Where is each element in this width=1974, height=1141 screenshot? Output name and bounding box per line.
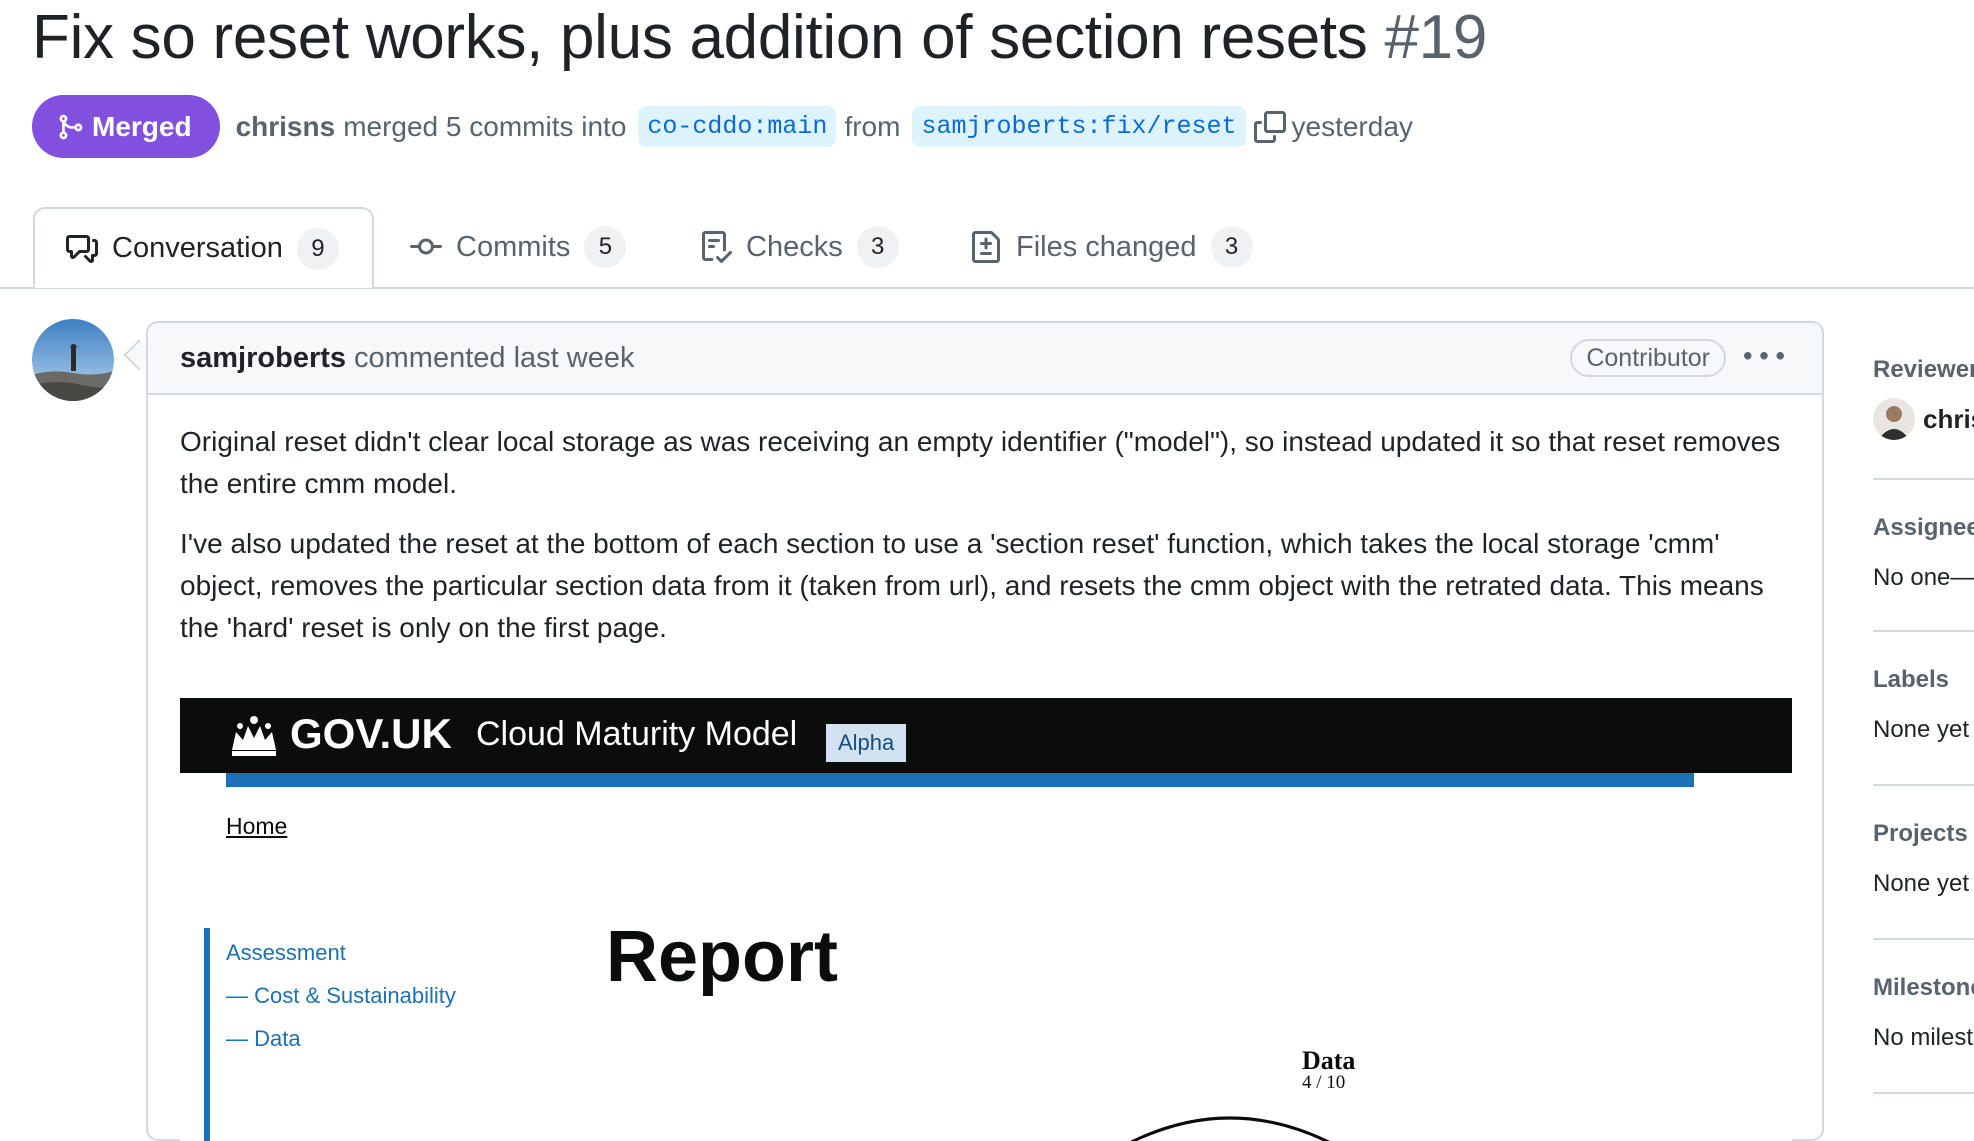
sidebar-assignees-value: No one— — [1873, 564, 1974, 591]
merger-link[interactable]: chrisns — [236, 111, 336, 143]
tab-commits[interactable]: Commits 5 — [410, 207, 627, 287]
pr-number: #19 — [1384, 3, 1487, 72]
sidebar-projects-value: None yet — [1873, 870, 1970, 897]
tab-checks-count: 3 — [856, 226, 899, 268]
tab-checks-label: Checks — [746, 230, 843, 263]
file-diff-icon — [972, 231, 1000, 263]
sidebar-labels: Labels None yet — [1873, 666, 1974, 744]
sidebar-divider — [1873, 1092, 1974, 1094]
merged-state-badge: Merged — [32, 95, 220, 158]
from-label: from — [844, 110, 901, 142]
sidebar-projects: Projects None yet — [1873, 820, 1974, 898]
sidebar-divider — [1873, 630, 1974, 632]
sidebar-divider — [1873, 938, 1974, 940]
sidebar-labels-value: None yet — [1873, 716, 1970, 743]
chart-axis-score: 4 / 10 — [1302, 1072, 1346, 1093]
tab-commits-count: 5 — [584, 226, 627, 268]
reviewer-name: chrisns — [1923, 403, 1974, 434]
comment-paragraph: I've also updated the reset at the botto… — [180, 528, 1764, 643]
pr-title: Fix so reset works, plus addition of sec… — [32, 2, 1487, 73]
govuk-logo-text: GOV.UK — [290, 710, 452, 757]
tab-commits-label: Commits — [456, 230, 571, 263]
avatar-photo — [32, 319, 114, 401]
sidebar-projects-title[interactable]: Projects — [1873, 820, 1974, 848]
sidebar-milestone-title[interactable]: Milestone — [1873, 974, 1974, 1002]
reviewer-entry[interactable]: chrisns — [1873, 398, 1974, 440]
comment-author[interactable]: samjroberts — [180, 342, 346, 375]
crown-icon — [232, 716, 276, 756]
state-label: Merged — [92, 110, 192, 142]
copy-icon — [1253, 110, 1286, 143]
sidebar-milestone-value: No milestone — [1873, 1024, 1974, 1051]
checklist-icon — [702, 231, 732, 263]
govuk-service-name: Cloud Maturity Model — [476, 715, 798, 753]
tab-files-changed[interactable]: Files changed 3 — [970, 207, 1253, 287]
sidebar-reviewers: Reviewers chrisns — [1873, 356, 1974, 440]
govuk-logo: GOV.UK — [226, 710, 452, 758]
comment-discussion-icon — [66, 234, 98, 263]
govuk-phase-tag: Alpha — [826, 724, 907, 762]
sidebar-reviewers-title[interactable]: Reviewers — [1873, 356, 1974, 384]
merge-time: yesterday — [1291, 110, 1413, 142]
contributor-badge: Contributor — [1570, 339, 1726, 377]
sidebar-divider — [1873, 784, 1974, 786]
git-merge-icon — [59, 114, 83, 139]
tab-checks[interactable]: Checks 3 — [700, 207, 899, 287]
govuk-header-bar — [226, 773, 1694, 787]
tab-conversation-count: 9 — [296, 227, 339, 270]
radar-chart-arc — [1130, 1116, 1330, 1141]
govuk-side-nav-border — [204, 928, 210, 1141]
pr-title-text: Fix so reset works, plus addition of sec… — [32, 3, 1368, 72]
commenter-avatar[interactable] — [32, 319, 114, 401]
sidebar-divider — [1873, 478, 1974, 480]
govuk-header: GOV.UK Cloud Maturity Model Alpha — [180, 698, 1792, 773]
tab-conversation-label: Conversation — [112, 232, 283, 264]
tab-conversation[interactable]: Conversation 9 — [33, 207, 374, 288]
comment-body: Original reset didn't clear local storag… — [148, 395, 1822, 649]
embedded-screenshot[interactable]: GOV.UK Cloud Maturity Model Alpha Home A… — [180, 698, 1792, 1141]
base-branch[interactable]: co-cddo:main — [638, 106, 837, 147]
merge-description: merged 5 commits into — [343, 110, 627, 142]
comment-paragraph: Original reset didn't clear local storag… — [180, 426, 1781, 499]
comment-timestamp[interactable]: commented last week — [354, 342, 634, 375]
pr-meta: Merged chrisns merged 5 commits into co-… — [32, 95, 1417, 158]
reviewer-avatar — [1873, 398, 1915, 440]
govuk-nav-item: — Data — [226, 1026, 301, 1051]
git-commit-icon — [410, 238, 442, 255]
sidebar-milestone: Milestone No milestone — [1873, 974, 1974, 1052]
pr-tabs: Conversation 9 Commits 5 Checks 3 Files … — [0, 207, 1974, 289]
sidebar-labels-title[interactable]: Labels — [1873, 666, 1974, 694]
copy-branch-button[interactable] — [1253, 110, 1286, 143]
comment-header: samjroberts commented last week Contribu… — [148, 323, 1822, 395]
sidebar-assignees: Assignees No one— — [1873, 514, 1974, 592]
govuk-nav-item: Assessment — [226, 940, 346, 965]
kebab-horizontal-icon[interactable] — [1744, 337, 1784, 377]
head-branch[interactable]: samjroberts:fix/reset — [912, 106, 1246, 147]
govuk-report-heading: Report — [606, 917, 838, 997]
govuk-breadcrumb-home: Home — [226, 813, 288, 839]
govuk-nav-item: — Cost & Sustainability — [226, 983, 456, 1008]
tab-files-changed-label: Files changed — [1016, 230, 1197, 263]
comment-box: samjroberts commented last week Contribu… — [146, 321, 1824, 1141]
sidebar-assignees-title[interactable]: Assignees — [1873, 514, 1974, 542]
tab-files-changed-count: 3 — [1210, 226, 1253, 268]
